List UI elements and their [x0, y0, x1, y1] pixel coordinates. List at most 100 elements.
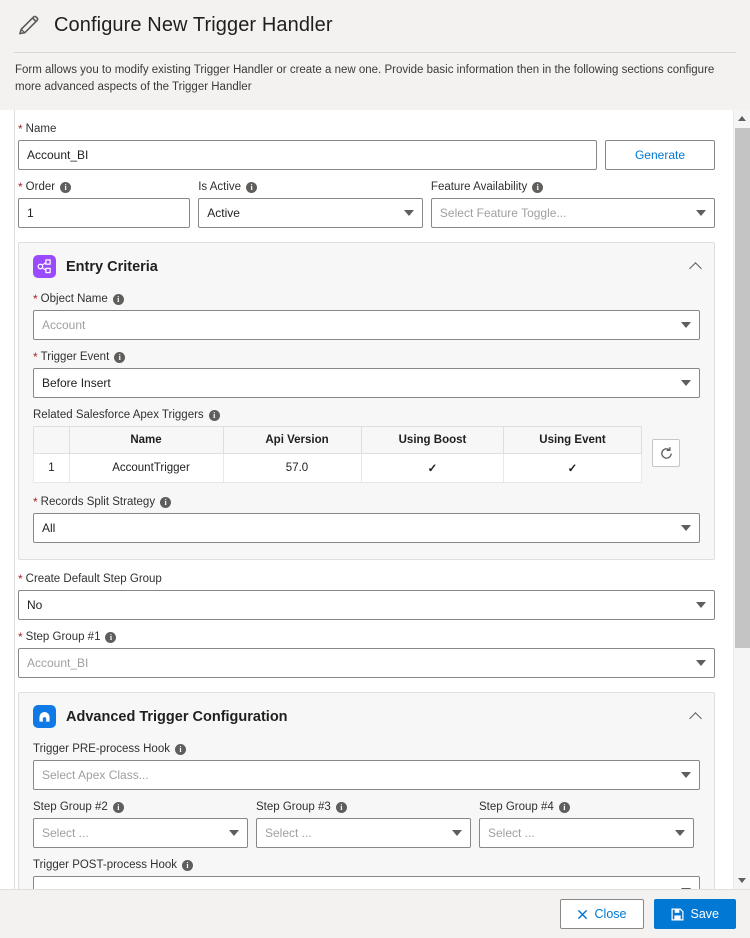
advanced-trigger-configuration-header[interactable]: Advanced Trigger Configuration — [33, 705, 700, 728]
close-x-icon — [577, 909, 588, 920]
object-name-select[interactable]: Account — [33, 310, 700, 340]
feature-availability-label: Feature Availability — [431, 180, 527, 194]
pre-hook-field-group: Trigger PRE-process Hook i Select Apex C… — [33, 742, 700, 790]
info-icon[interactable]: i — [336, 802, 347, 813]
info-icon[interactable]: i — [114, 352, 125, 363]
chevron-up-icon[interactable] — [689, 262, 702, 275]
order-label-row: * Order i — [18, 180, 190, 194]
chevron-down-icon — [696, 602, 706, 608]
info-icon[interactable]: i — [209, 410, 220, 421]
order-field-group: * Order i 1 — [18, 180, 190, 228]
required-asterisk: * — [18, 182, 23, 192]
cell-api-version: 57.0 — [224, 454, 362, 483]
pre-hook-select[interactable]: Select Apex Class... — [33, 760, 700, 790]
info-icon[interactable]: i — [160, 497, 171, 508]
is-active-field-group: Is Active i Active — [198, 180, 423, 228]
cell-name: AccountTrigger — [70, 454, 224, 483]
records-split-strategy-select[interactable]: All — [33, 513, 700, 543]
info-icon[interactable]: i — [246, 182, 257, 193]
related-triggers-label-row: Related Salesforce Apex Triggers i — [33, 408, 700, 422]
feature-availability-value: Select Feature Toggle... — [440, 206, 567, 220]
info-icon[interactable]: i — [559, 802, 570, 813]
info-icon[interactable]: i — [60, 182, 71, 193]
records-split-strategy-label: Records Split Strategy — [41, 495, 155, 509]
trigger-event-label: Trigger Event — [41, 350, 110, 364]
info-icon[interactable]: i — [113, 294, 124, 305]
is-active-select[interactable]: Active — [198, 198, 423, 228]
name-input[interactable]: Account_BI — [18, 140, 597, 170]
step-group-4-select[interactable]: Select ... — [479, 818, 694, 848]
dialog-header: Configure New Trigger Handler Form allow… — [0, 0, 750, 110]
entry-criteria-panel: Entry Criteria * Object Name i Account — [18, 242, 715, 560]
order-input-value: 1 — [27, 206, 34, 220]
chevron-down-icon — [696, 660, 706, 666]
related-triggers-table-wrap: Name Api Version Using Boost Using Event… — [33, 426, 700, 483]
step-group-2-select[interactable]: Select ... — [33, 818, 248, 848]
table-row[interactable]: 1 AccountTrigger 57.0 ✓ ✓ — [34, 454, 642, 483]
vertical-scrollbar[interactable] — [733, 110, 750, 889]
feature-availability-select[interactable]: Select Feature Toggle... — [431, 198, 715, 228]
step-group-1-label: Step Group #1 — [26, 630, 101, 644]
column-header-api-version: Api Version — [224, 427, 362, 454]
post-hook-select[interactable] — [33, 876, 700, 889]
step-group-4-label: Step Group #4 — [479, 800, 554, 814]
required-asterisk: * — [18, 574, 23, 584]
chevron-down-icon — [452, 830, 462, 836]
create-default-step-group-label-row: * Create Default Step Group — [18, 572, 715, 586]
info-icon[interactable]: i — [532, 182, 543, 193]
column-header-using-event: Using Event — [504, 427, 642, 454]
generate-button[interactable]: Generate — [605, 140, 715, 170]
form-scroll-area[interactable]: * Name Account_BI Generate * Order i — [0, 110, 750, 889]
cell-using-event: ✓ — [504, 454, 642, 483]
step-group-2-field-group: Step Group #2 i Select ... — [33, 800, 248, 848]
scrollbar-thumb[interactable] — [735, 128, 750, 648]
step-group-3-select[interactable]: Select ... — [256, 818, 471, 848]
name-field-group: * Name Account_BI Generate — [18, 122, 715, 170]
trigger-event-value: Before Insert — [42, 376, 111, 390]
step-group-3-label: Step Group #3 — [256, 800, 331, 814]
chevron-down-icon — [229, 830, 239, 836]
step-group-1-label-row: * Step Group #1 i — [18, 630, 715, 644]
records-split-strategy-label-row: * Records Split Strategy i — [33, 495, 700, 509]
create-default-step-group-value: No — [27, 598, 42, 612]
chevron-down-icon — [404, 210, 414, 216]
step-group-3-value: Select ... — [265, 826, 312, 840]
pre-hook-value: Select Apex Class... — [42, 768, 149, 782]
column-header-name: Name — [70, 427, 224, 454]
step-group-1-field: * Step Group #1 i Account_BI — [18, 630, 715, 678]
step-group-1-select[interactable]: Account_BI — [18, 648, 715, 678]
info-icon[interactable]: i — [182, 860, 193, 871]
dialog-footer: Close Save — [0, 889, 750, 938]
info-icon[interactable]: i — [175, 744, 186, 755]
cell-index: 1 — [34, 454, 70, 483]
configure-trigger-handler-dialog: Configure New Trigger Handler Form allow… — [0, 0, 750, 938]
chevron-up-icon[interactable] — [689, 712, 702, 725]
order-input[interactable]: 1 — [18, 198, 190, 228]
scroll-down-button[interactable] — [734, 872, 750, 889]
chevron-down-icon — [738, 878, 746, 883]
trigger-event-field-group: * Trigger Event i Before Insert — [33, 350, 700, 398]
advanced-trigger-configuration-title: Advanced Trigger Configuration — [66, 709, 288, 725]
step-group-2-label: Step Group #2 — [33, 800, 108, 814]
feature-availability-label-row: Feature Availability i — [431, 180, 715, 194]
chevron-up-icon — [738, 116, 746, 121]
entry-criteria-header[interactable]: Entry Criteria — [33, 255, 700, 278]
related-triggers-table: Name Api Version Using Boost Using Event… — [33, 426, 642, 483]
advanced-trigger-configuration-panel: Advanced Trigger Configuration Trigger P… — [18, 692, 715, 889]
scroll-up-button[interactable] — [734, 110, 750, 127]
cell-using-boost: ✓ — [362, 454, 504, 483]
step-group-4-field-group: Step Group #4 i Select ... — [479, 800, 694, 848]
save-button[interactable]: Save — [654, 899, 737, 929]
step-group-3-field-group: Step Group #3 i Select ... — [256, 800, 471, 848]
info-icon[interactable]: i — [113, 802, 124, 813]
info-icon[interactable]: i — [105, 632, 116, 643]
refresh-icon[interactable] — [652, 439, 680, 467]
close-button-label: Close — [595, 907, 627, 921]
trigger-event-select[interactable]: Before Insert — [33, 368, 700, 398]
chevron-down-icon — [681, 525, 691, 531]
create-default-step-group-select[interactable]: No — [18, 590, 715, 620]
step-group-4-value: Select ... — [488, 826, 535, 840]
step-group-2-value: Select ... — [42, 826, 89, 840]
close-button[interactable]: Close — [560, 899, 644, 929]
related-triggers-label: Related Salesforce Apex Triggers — [33, 408, 204, 422]
